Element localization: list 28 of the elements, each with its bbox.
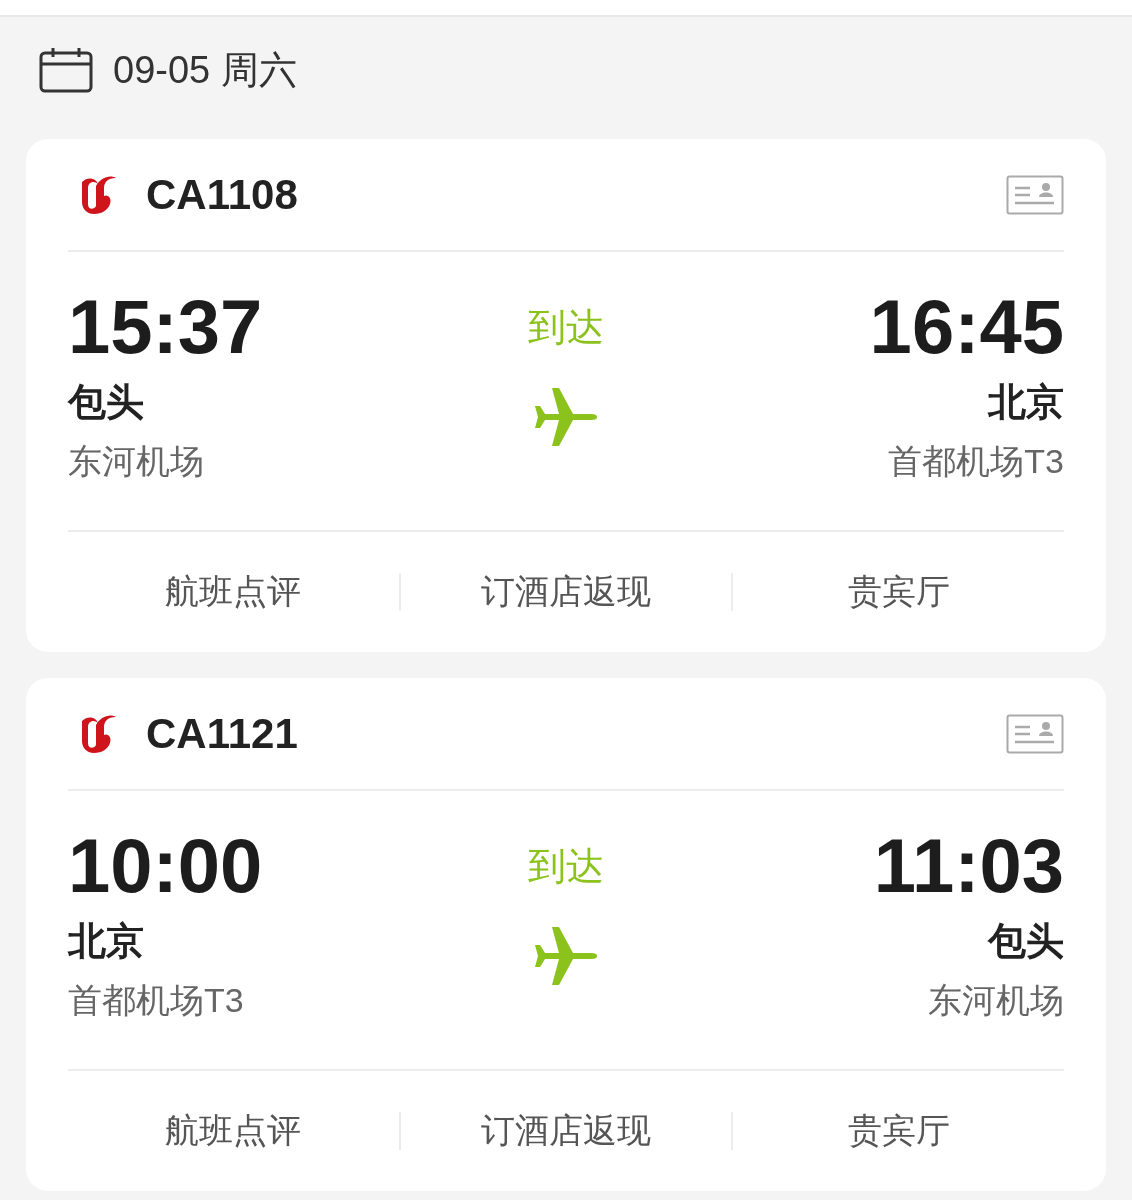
- city-name: 包头: [68, 380, 144, 425]
- action-link[interactable]: 航班点评: [68, 559, 399, 625]
- airport-name: 首都机场T3: [68, 980, 244, 1021]
- departure-time: 10:00: [68, 822, 263, 910]
- airplane-icon: [533, 386, 599, 448]
- flight-number: CA1108: [146, 170, 299, 219]
- city-name: 北京: [988, 380, 1064, 425]
- departure-time: 15:37: [68, 283, 263, 371]
- action-link[interactable]: 贵宾厅: [733, 1098, 1064, 1164]
- airport-name: 东河机场: [68, 441, 204, 482]
- calendar-icon: [39, 47, 93, 93]
- flight-number: CA1121: [146, 709, 299, 758]
- arrival-time: 11:03: [873, 822, 1064, 910]
- action-link[interactable]: 航班点评: [68, 1098, 399, 1164]
- action-link[interactable]: 订酒店返现: [400, 559, 732, 625]
- arrival-time: 16:45: [869, 283, 1064, 371]
- flight-status: 到达: [528, 844, 604, 889]
- id-card-icon[interactable]: [1006, 713, 1064, 754]
- airplane-icon: [533, 925, 599, 987]
- airport-name: 东河机场: [928, 980, 1064, 1021]
- action-link[interactable]: 贵宾厅: [733, 559, 1064, 625]
- date-label: 09-05 周六: [113, 47, 297, 93]
- id-card-icon[interactable]: [1006, 174, 1064, 215]
- action-link[interactable]: 订酒店返现: [400, 1098, 732, 1164]
- city-name: 北京: [68, 919, 144, 964]
- airport-name: 首都机场T3: [888, 441, 1064, 482]
- city-name: 包头: [988, 919, 1064, 964]
- flight-status: 到达: [528, 305, 604, 350]
